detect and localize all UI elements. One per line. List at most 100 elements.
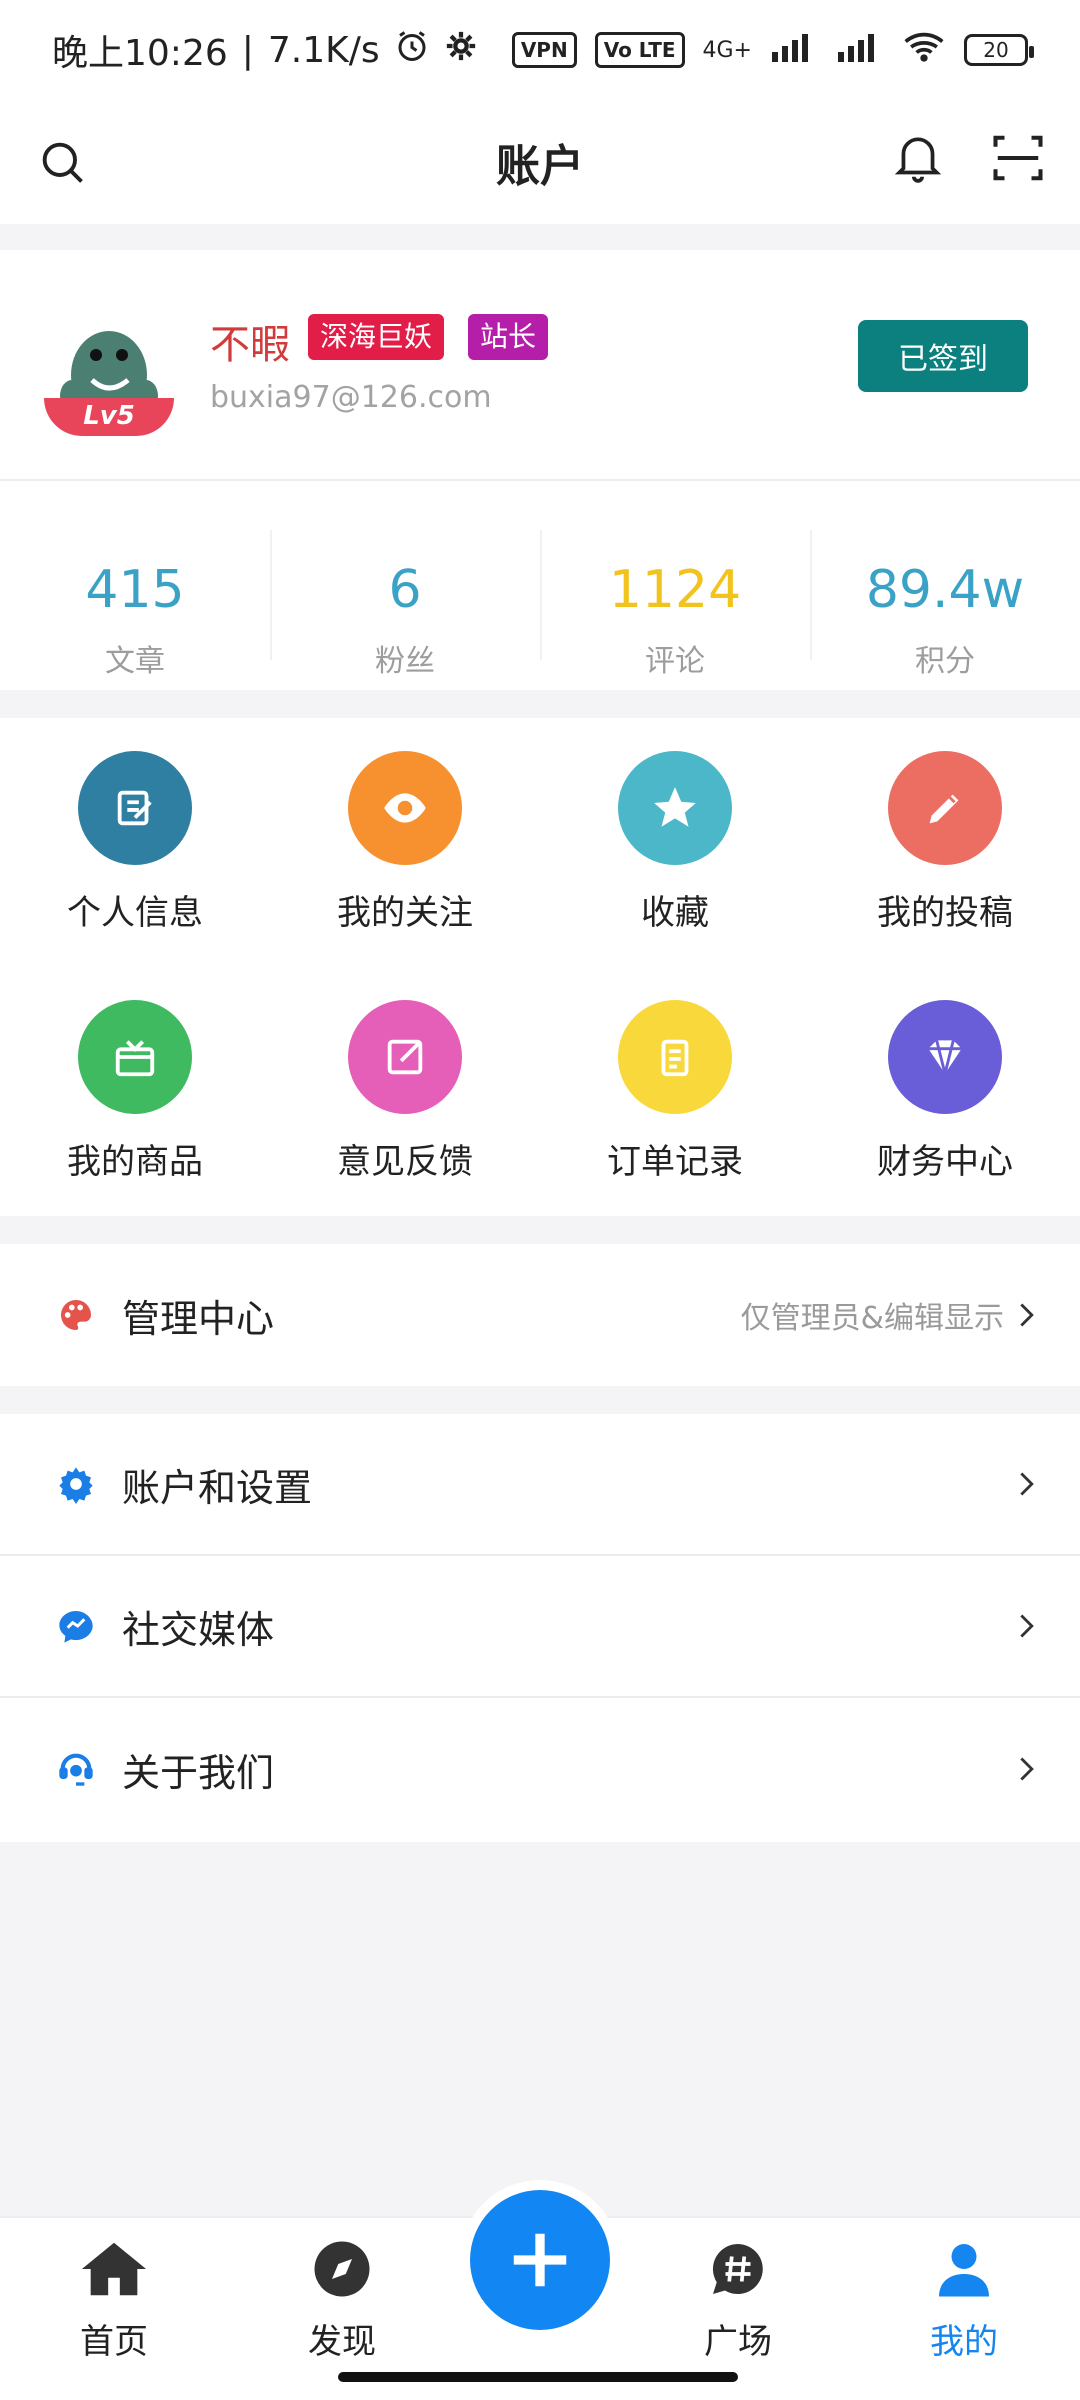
stat-fans[interactable]: 6 粉丝 (270, 490, 540, 690)
nav-discover[interactable]: 发现 (262, 2234, 422, 2363)
page-title: 账户 (496, 141, 584, 192)
nav-label: 广场 (704, 2322, 772, 2362)
grid-item-favorites[interactable]: 收藏 (540, 718, 810, 967)
stat-value: 6 (388, 560, 422, 620)
row-label: 社交媒体 (122, 1607, 275, 1652)
stats-row: 415 文章 6 粉丝 1124 评论 89.4w 积分 (0, 490, 1080, 690)
grid-label: 财务中心 (877, 1142, 1013, 1182)
admin-center-label: 管理中心 (122, 1296, 275, 1341)
admin-section: 管理中心 仅管理员&编辑显示 (0, 1244, 1080, 1386)
grid-item-following[interactable]: 我的关注 (270, 718, 540, 967)
plus-icon (513, 2233, 567, 2287)
scan-icon[interactable] (982, 122, 1054, 194)
grid-item-profile-info[interactable]: 个人信息 (0, 718, 270, 967)
chevron-right-icon (1020, 1303, 1034, 1327)
clipboard-icon (618, 1000, 732, 1114)
status-speed: 7.1K/s (267, 29, 380, 71)
home-indicator[interactable] (338, 2372, 738, 2382)
grid-label: 我的关注 (337, 893, 473, 933)
admin-center-row[interactable]: 管理中心 仅管理员&编辑显示 (0, 1244, 1080, 1386)
rank-tag: 深海巨妖 (308, 314, 445, 360)
feedback-icon (348, 1000, 462, 1114)
grid-item-submissions[interactable]: 我的投稿 (810, 718, 1080, 967)
grid-item-feedback[interactable]: 意见反馈 (270, 967, 540, 1216)
chevron-right-icon (1020, 1472, 1034, 1496)
settings-section: 账户和设置 社交媒体 关于我们 (0, 1414, 1080, 1842)
status-separator: | (241, 29, 254, 71)
grid-label: 我的投稿 (877, 893, 1013, 933)
stat-label: 积分 (915, 644, 975, 679)
stat-value: 89.4w (865, 560, 1025, 620)
level-badge: Lv5 (44, 398, 174, 436)
admin-hint: 仅管理员&编辑显示 (740, 1301, 1004, 1336)
nav-label: 我的 (930, 2322, 998, 2362)
gear-icon (444, 29, 478, 72)
stat-label: 评论 (645, 644, 705, 679)
gear-icon (54, 1462, 98, 1506)
nav-mine[interactable]: 我的 (884, 2234, 1044, 2363)
grid-label: 个人信息 (67, 893, 203, 933)
nav-label: 发现 (308, 2322, 376, 2362)
grid-item-orders[interactable]: 订单记录 (540, 967, 810, 1216)
grid-label: 收藏 (641, 893, 709, 933)
status-time: 晚上10:26 (52, 33, 228, 74)
signal2-icon (836, 32, 884, 68)
feature-grid: 个人信息 我的关注 收藏 我的投稿 我的商品 意见反馈 订单记录 财务中心 (0, 718, 1080, 1216)
status-right: VPN Vo LTE 4G+ 20 (511, 30, 1034, 70)
role-tag: 站长 (468, 314, 549, 360)
bell-icon[interactable] (882, 122, 954, 194)
profile-divider (0, 479, 1080, 481)
grid-label: 意见反馈 (337, 1142, 473, 1182)
vpn-badge: VPN (511, 32, 577, 68)
account-settings-row[interactable]: 账户和设置 (0, 1414, 1080, 1556)
stat-value: 1124 (608, 560, 742, 620)
app-bar: 账户 (0, 100, 1080, 224)
grid-item-products[interactable]: 我的商品 (0, 967, 270, 1216)
chevron-right-icon (1020, 1614, 1034, 1638)
home-icon (79, 2234, 149, 2304)
eye-icon (348, 751, 462, 865)
alarm-icon (394, 28, 430, 73)
volte-badge: Vo LTE (594, 32, 685, 68)
grid-label: 订单记录 (607, 1142, 743, 1182)
battery-indicator: 20 (964, 34, 1034, 66)
social-media-row[interactable]: 社交媒体 (0, 1556, 1080, 1698)
stat-comments[interactable]: 1124 评论 (540, 490, 810, 690)
hash-chat-icon (703, 2234, 773, 2304)
gift-icon (78, 1000, 192, 1114)
nav-plaza[interactable]: 广场 (658, 2234, 818, 2363)
compass-icon (307, 2234, 377, 2304)
wifi-icon (902, 30, 946, 70)
stat-points[interactable]: 89.4w 积分 (810, 490, 1080, 690)
appbar-actions (882, 122, 1054, 194)
battery-level: 20 (983, 38, 1009, 62)
status-bar: 晚上10:26 | 7.1K/s VPN Vo LTE 4G+ 20 (0, 0, 1080, 100)
chevron-right-icon (1020, 1757, 1034, 1781)
pen-icon (888, 751, 1002, 865)
nav-home[interactable]: 首页 (34, 2234, 194, 2363)
about-us-row[interactable]: 关于我们 (0, 1698, 1080, 1840)
add-post-button[interactable] (470, 2190, 610, 2330)
edit-icon (78, 751, 192, 865)
stat-value: 415 (85, 560, 185, 620)
star-icon (618, 751, 732, 865)
stat-label: 粉丝 (375, 644, 435, 679)
grid-label: 我的商品 (67, 1142, 203, 1182)
user-email: buxia97@126.com (210, 380, 492, 415)
stat-label: 文章 (105, 644, 165, 679)
status-left: 晚上10:26 | 7.1K/s (52, 24, 478, 76)
row-label: 账户和设置 (122, 1465, 313, 1510)
grid-item-finance[interactable]: 财务中心 (810, 967, 1080, 1216)
profile-card: Lv5 不暇 深海巨妖 站长 buxia97@126.com 已签到 415 文… (0, 250, 1080, 690)
network-label: 4G+ (702, 37, 752, 63)
search-icon[interactable] (26, 126, 98, 198)
nav-label: 首页 (80, 2322, 148, 2362)
chat-icon (54, 1604, 98, 1648)
palette-icon (54, 1293, 98, 1337)
row-label: 关于我们 (122, 1750, 275, 1795)
checkin-button[interactable]: 已签到 (858, 320, 1028, 392)
user-name: 不暇 (210, 322, 290, 368)
stat-articles[interactable]: 415 文章 (0, 490, 270, 690)
support-icon (54, 1747, 98, 1791)
signal-icon (770, 32, 818, 68)
